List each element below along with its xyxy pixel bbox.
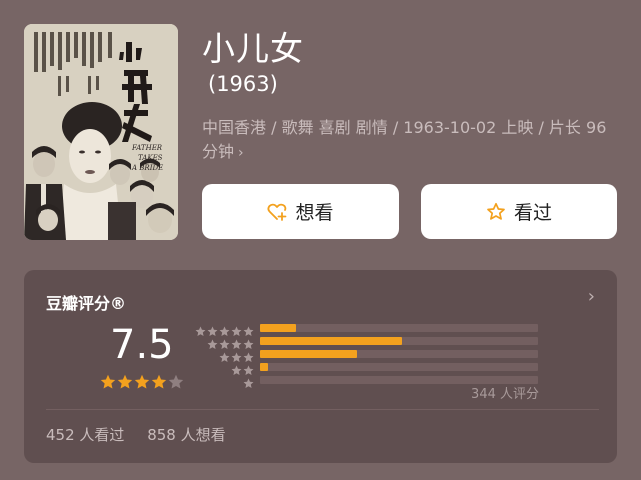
star-small-icon (207, 322, 218, 337)
star-small-icon (243, 322, 254, 337)
rating-card[interactable]: 豆瓣评分® › 7.5 344 人评分 452 人看过 858 人想看 (24, 270, 617, 463)
row-stars (194, 322, 254, 337)
star-filled-icon (134, 374, 150, 390)
want-count: 858 人想看 (147, 426, 226, 444)
star-small-icon (219, 322, 230, 337)
poster-image: FATHER TAKES A BRIDE (24, 24, 178, 240)
want-to-watch-label: 想看 (295, 202, 334, 224)
rating-bar-track (260, 324, 538, 332)
chevron-right-icon[interactable]: › (588, 286, 595, 307)
star-small-icon (231, 348, 242, 363)
star-empty-icon (168, 374, 184, 390)
star-small-icon (219, 348, 230, 363)
star-small-icon (207, 335, 218, 350)
rating-row-5-star (195, 322, 538, 337)
row-stars (206, 335, 254, 350)
star-small-icon (243, 335, 254, 350)
poster-en-title-line2: TAKES (138, 154, 163, 162)
votes-count: 344 人评分 (471, 387, 539, 402)
poster-en-title-line3: A BRIDE (131, 164, 163, 172)
rating-bar-fill (260, 350, 358, 358)
rating-bar-fill (260, 324, 297, 332)
star-small-icon (231, 335, 242, 350)
rating-row-2-star (198, 361, 538, 376)
rating-row-3-star (198, 348, 538, 363)
movie-poster[interactable]: FATHER TAKES A BRIDE (24, 24, 178, 240)
star-small-icon (231, 322, 242, 337)
heart-plus-icon (267, 202, 287, 222)
star-small-icon (243, 361, 254, 376)
want-to-watch-button[interactable]: 想看 (202, 184, 399, 239)
movie-meta[interactable]: 中国香港 / 歌舞 喜剧 剧情 / 1963-10-02 上映 / 片长 96 … (202, 116, 622, 165)
rating-bar-fill (260, 337, 402, 345)
chevron-right-icon: › (238, 145, 244, 161)
watched-button[interactable]: 看过 (421, 184, 617, 239)
rating-title: 豆瓣评分® (46, 294, 127, 313)
star-outline-icon (486, 202, 506, 222)
movie-year: (1963) (208, 72, 278, 96)
star-filled-icon (151, 374, 167, 390)
movie-meta-text: 中国香港 / 歌舞 喜剧 剧情 / 1963-10-02 上映 / 片长 96 … (202, 118, 607, 161)
star-filled-icon (100, 374, 116, 390)
star-small-icon (219, 335, 230, 350)
rating-distribution (195, 322, 538, 389)
watched-label: 看过 (513, 202, 552, 224)
watch-counts: 452 人看过 858 人想看 (46, 424, 244, 445)
star-small-icon (231, 361, 242, 376)
seen-count: 452 人看过 (46, 426, 125, 444)
star-small-icon (243, 374, 254, 389)
rating-bar-track (260, 337, 538, 345)
score-stars (100, 374, 185, 390)
star-small-icon (195, 322, 206, 337)
row-stars (230, 361, 254, 376)
rating-row-4-star (198, 335, 538, 350)
rating-bar-fill (260, 363, 269, 371)
row-stars (242, 374, 254, 389)
star-small-icon (243, 348, 254, 363)
rating-bar-track (260, 350, 538, 358)
rating-score: 7.5 (110, 322, 174, 368)
movie-title: 小儿女 (202, 29, 304, 68)
poster-en-title-line1: FATHER (131, 144, 163, 152)
row-stars (218, 348, 254, 363)
rating-bar-track (260, 363, 538, 371)
divider (46, 409, 599, 410)
star-filled-icon (117, 374, 133, 390)
